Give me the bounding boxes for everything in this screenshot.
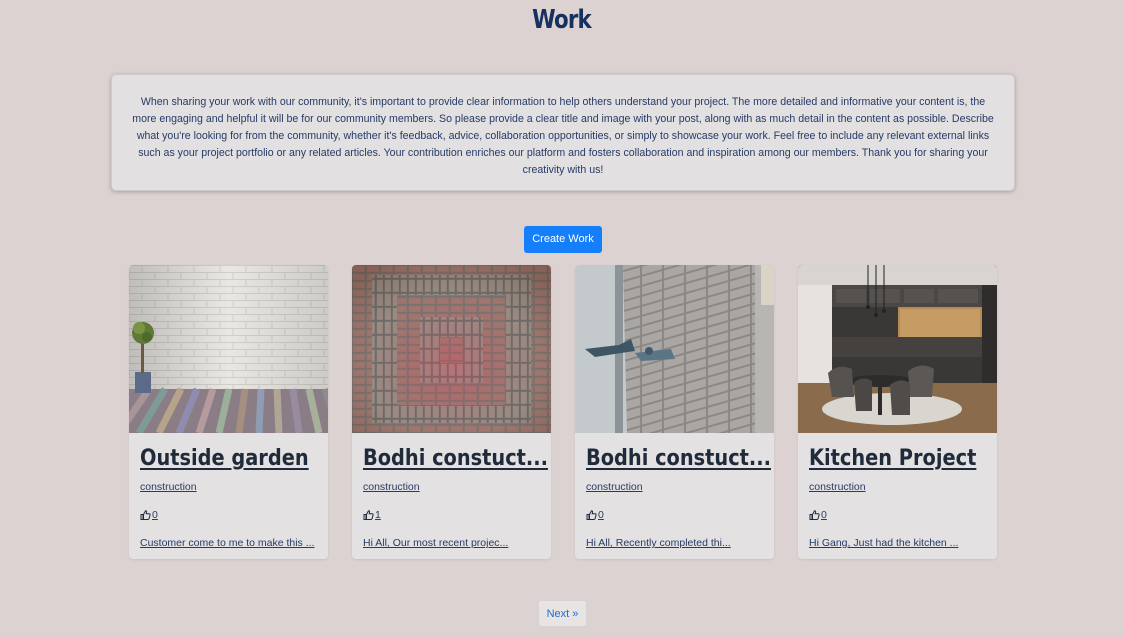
card-image[interactable] — [129, 265, 328, 433]
card-description[interactable]: Customer come to me to make this ... — [140, 535, 317, 559]
card-title[interactable]: Bodhi constuct... — [586, 443, 771, 475]
thumbs-up-icon — [586, 510, 597, 520]
thumbs-up-icon — [809, 510, 820, 520]
card-image[interactable] — [575, 265, 774, 433]
card-title[interactable]: Bodhi constuct... — [363, 443, 548, 475]
card-category[interactable]: construction — [809, 481, 866, 493]
like-count: 0 — [152, 509, 158, 521]
work-card: Bodhi constuct... construction 0 Hi All,… — [575, 265, 774, 559]
page-title: Work — [532, 5, 592, 35]
next-page-button[interactable]: Next » — [538, 600, 587, 627]
like-count: 0 — [598, 509, 604, 521]
thumbs-up-icon — [363, 510, 374, 520]
create-work-button[interactable]: Create Work — [524, 226, 602, 253]
card-category[interactable]: construction — [363, 481, 420, 493]
card-description[interactable]: Hi All, Our most recent projec... — [363, 535, 540, 559]
intro-text: When sharing your work with our communit… — [132, 96, 994, 176]
card-description[interactable]: Hi All, Recently completed thi... — [586, 535, 763, 559]
work-card: Bodhi constuct... construction 1 Hi All,… — [352, 265, 551, 559]
like-count: 0 — [821, 509, 827, 521]
card-description[interactable]: Hi Gang, Just had the kitchen ... — [809, 535, 986, 559]
card-category[interactable]: construction — [586, 481, 643, 493]
intro-panel: When sharing your work with our communit… — [111, 74, 1015, 191]
card-image[interactable] — [352, 265, 551, 433]
like-button[interactable]: 1 — [363, 509, 540, 521]
work-card: Kitchen Project construction 0 Hi Gang, … — [798, 265, 997, 559]
like-button[interactable]: 0 — [586, 509, 763, 521]
card-title[interactable]: Outside garden — [140, 443, 316, 475]
card-image[interactable] — [798, 265, 997, 433]
card-title[interactable]: Kitchen Project — [809, 443, 985, 475]
thumbs-up-icon — [140, 510, 151, 520]
work-card: Outside garden construction 0 Customer c… — [129, 265, 328, 559]
like-button[interactable]: 0 — [140, 509, 317, 521]
card-category[interactable]: construction — [140, 481, 197, 493]
like-button[interactable]: 0 — [809, 509, 986, 521]
like-count: 1 — [375, 509, 381, 521]
